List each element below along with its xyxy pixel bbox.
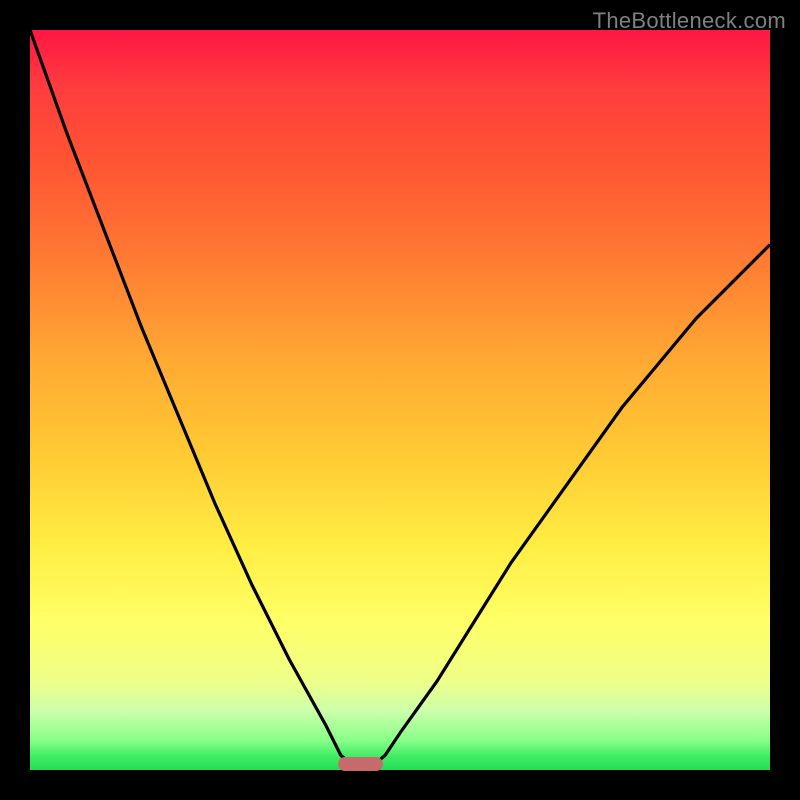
minimum-marker — [338, 757, 383, 771]
bottleneck-curve — [30, 30, 770, 770]
watermark-label: TheBottleneck.com — [593, 8, 786, 34]
chart-plot-area — [30, 30, 770, 770]
